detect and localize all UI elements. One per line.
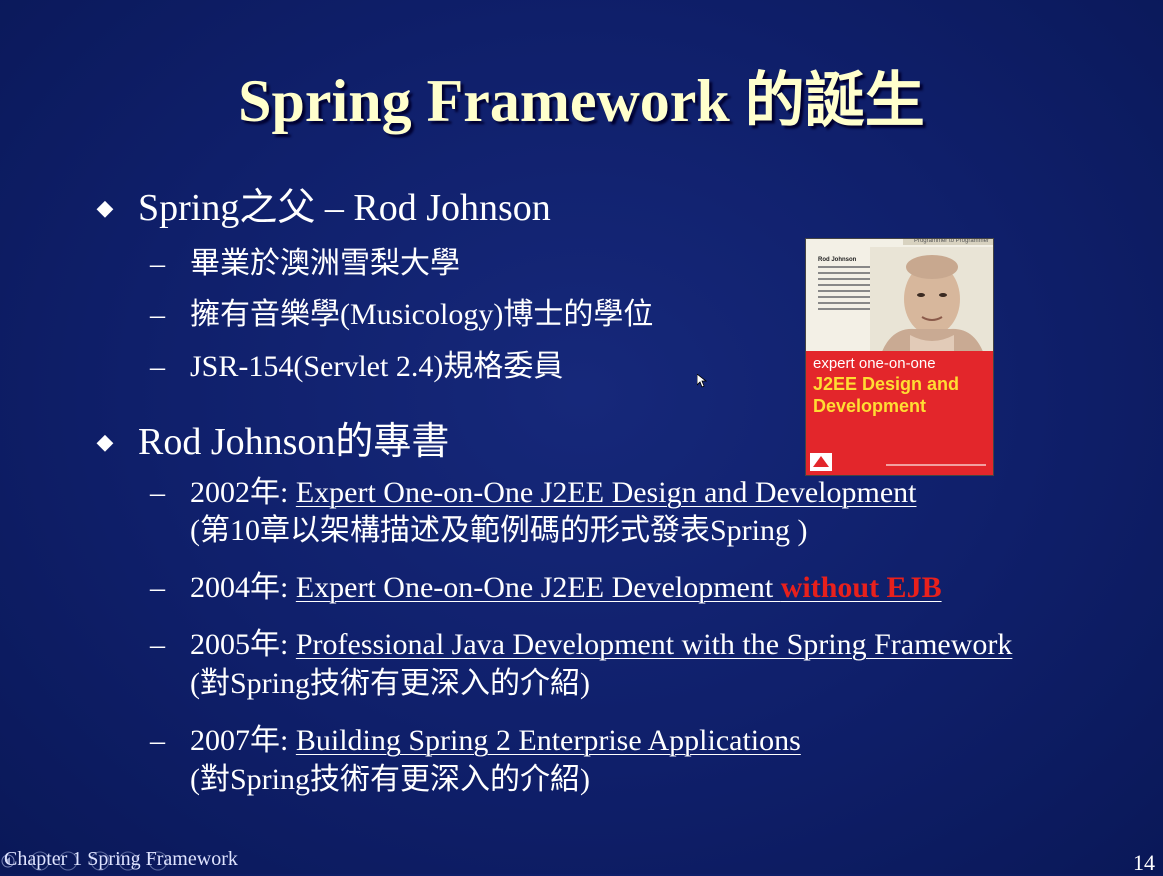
cover-author: Rod Johnson xyxy=(818,257,857,263)
sub-item-text: JSR-154(Servlet 2.4)規格委員 xyxy=(190,350,564,383)
book-note: (對Spring技術有更深入的介紹) xyxy=(190,667,590,700)
dash-marker: – xyxy=(150,724,165,757)
dash-marker: – xyxy=(150,350,165,383)
diamond-bullet-icon: ◆ xyxy=(96,195,114,220)
dash-marker: – xyxy=(150,628,165,661)
dash-marker: – xyxy=(150,571,165,604)
diamond-bullet-icon: ◆ xyxy=(96,429,114,454)
book-year: 2002年: xyxy=(190,476,289,509)
cover-series: expert one-on-one xyxy=(813,355,936,372)
slide-title: Spring Framework 的誕生 xyxy=(238,68,925,134)
mouse-cursor-icon xyxy=(697,374,707,388)
cover-red-band: expert one-on-one J2EE Design and Develo… xyxy=(806,351,993,475)
book-title-text: Expert One-on-One J2EE Development xyxy=(295,571,781,604)
book-title-highlight: without EJB xyxy=(780,571,942,604)
sub-item-text: 畢業於澳洲雪梨大學 xyxy=(190,247,460,280)
book-title-link[interactable]: Expert One-on-One J2EE Design and Develo… xyxy=(296,476,917,509)
author-photo xyxy=(870,247,993,357)
book-title-link[interactable]: Expert One-on-One J2EE Development witho… xyxy=(296,571,942,604)
dash-marker: – xyxy=(150,298,165,331)
book-line: 2004年: Expert One-on-One J2EE Developmen… xyxy=(190,569,942,607)
book-title-link[interactable]: Professional Java Development with the S… xyxy=(296,628,1013,661)
book-year: 2004年: xyxy=(190,571,289,604)
book-year: 2005年: xyxy=(190,628,289,661)
cover-title-line2: Development xyxy=(813,396,927,416)
cover-title-line1: J2EE Design and xyxy=(813,374,960,394)
bullet-text: Rod Johnson的專書 xyxy=(138,421,450,463)
wrox-logo-icon xyxy=(810,453,832,471)
footer-chapter: Chapter 1 Spring Framework xyxy=(4,848,238,870)
book-line: 2005年: Professional Java Development wit… xyxy=(190,626,1012,664)
book-title-link[interactable]: Building Spring 2 Enterprise Application… xyxy=(296,724,801,757)
book-cover-image: Programmer to Programmer Rod Johnson exp… xyxy=(805,238,994,476)
page-number: 14 xyxy=(1133,850,1155,875)
book-line: 2007年: Building Spring 2 Enterprise Appl… xyxy=(190,722,801,760)
book-note: (第10章以架構描述及範例碼的形式發表Spring ) xyxy=(190,514,808,547)
book-note: (對Spring技術有更深入的介紹) xyxy=(190,763,590,796)
sub-item-text: 擁有音樂學(Musicology)博士的學位 xyxy=(190,298,654,331)
book-year: 2007年: xyxy=(190,724,289,757)
dash-marker: – xyxy=(150,476,165,509)
bullet-text: Spring之父 – Rod Johnson xyxy=(138,187,551,229)
book-line: 2002年: Expert One-on-One J2EE Design and… xyxy=(190,474,917,512)
cover-blurb xyxy=(818,266,878,314)
dash-marker: – xyxy=(150,247,165,280)
cover-top-label: Programmer to Programmer xyxy=(913,238,989,244)
cover-bottom-line xyxy=(886,464,986,466)
cover-title: J2EE Design and Development xyxy=(813,373,959,417)
